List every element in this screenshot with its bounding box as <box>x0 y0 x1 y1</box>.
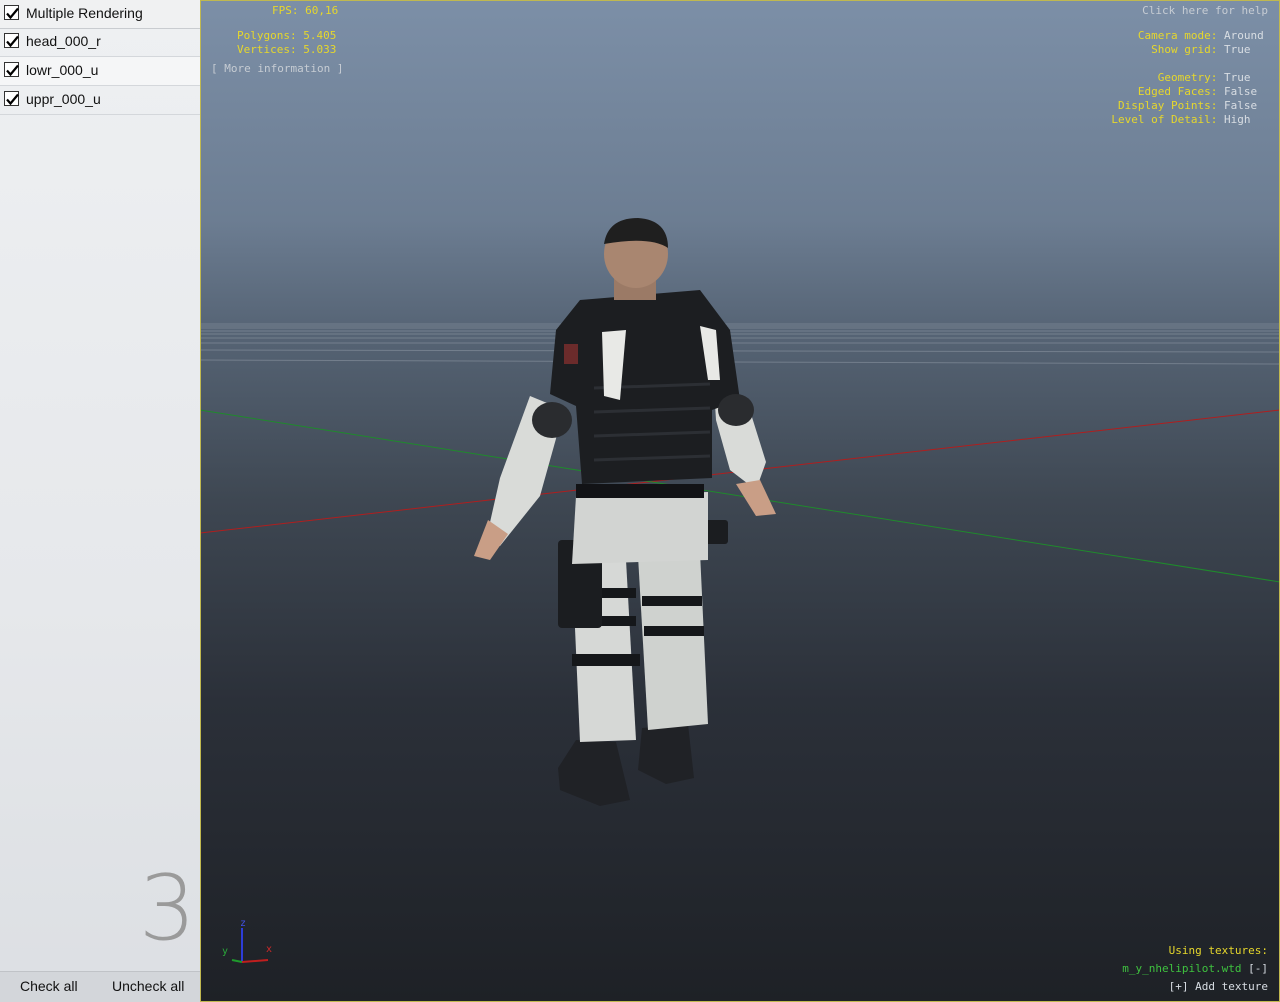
polygons-value: 5.405 <box>303 29 337 42</box>
display-points-value: False <box>1224 99 1258 112</box>
help-link[interactable]: Click here for help <box>1142 4 1268 17</box>
vertices-label: Vertices: <box>237 43 297 56</box>
sidebar-action-bar: Check all Uncheck all <box>0 971 200 1002</box>
more-information-link[interactable]: [ More information ] <box>211 62 343 75</box>
ground-grid <box>200 323 1280 365</box>
fps-label: FPS: <box>272 4 299 17</box>
fps-value: 60,16 <box>305 4 339 17</box>
scene-canvas <box>200 218 1280 806</box>
axis-gizmo-icon <box>231 928 269 963</box>
settings-geometry[interactable]: Geometry: True <box>1158 71 1268 84</box>
level-of-detail-value: High <box>1224 113 1251 126</box>
axis-x-label: x <box>266 944 273 955</box>
axis-y-label: y <box>222 946 229 957</box>
mesh-item-uppr[interactable]: uppr_000_u <box>0 86 200 115</box>
polygons-readout: Polygons: 5.405 <box>237 29 336 42</box>
character-model <box>474 218 776 806</box>
geometry-label: Geometry: <box>1157 71 1218 84</box>
multiple-rendering-label: Multiple Rendering <box>26 5 143 21</box>
display-points-label: Display Points: <box>1118 99 1218 112</box>
textures-heading: Using textures: <box>1168 944 1268 957</box>
multiple-rendering-checkbox[interactable] <box>4 5 19 20</box>
edged-faces-label: Edged Faces: <box>1137 85 1218 98</box>
camera-mode-label: Camera mode: <box>1137 29 1218 42</box>
axis-z-label: z <box>240 918 247 929</box>
mesh-checkbox[interactable] <box>4 62 19 77</box>
vertices-value: 5.033 <box>303 43 337 56</box>
vertices-readout: Vertices: 5.033 <box>237 43 336 56</box>
model-viewport[interactable]: FPS: 60,16 Polygons: 5.405 Vertices: 5.0… <box>200 0 1280 1002</box>
mesh-checkbox[interactable] <box>4 91 19 106</box>
check-all-button[interactable]: Check all <box>20 978 78 994</box>
mesh-label: head_000_r <box>26 33 101 49</box>
mesh-list-panel: Multiple Rendering head_000_r lowr_000_u… <box>0 0 200 1002</box>
add-texture-button[interactable]: [+] Add texture <box>1169 980 1268 993</box>
mesh-item-lowr[interactable]: lowr_000_u <box>0 57 200 86</box>
settings-edged-faces[interactable]: Edged Faces: False <box>1138 85 1268 98</box>
edged-faces-value: False <box>1224 85 1258 98</box>
mesh-label: uppr_000_u <box>26 91 101 107</box>
mesh-checkbox[interactable] <box>4 33 19 48</box>
mesh-item-head[interactable]: head_000_r <box>0 28 200 57</box>
fps-readout: FPS: 60,16 <box>272 4 338 17</box>
remove-texture-button[interactable]: [-] <box>1248 962 1268 975</box>
geometry-value: True <box>1224 71 1251 84</box>
texture-entry: m_y_nhelipilot.wtd [-] <box>1122 962 1268 975</box>
level-of-detail-label: Level of Detail: <box>1111 113 1218 126</box>
uncheck-all-button[interactable]: Uncheck all <box>112 978 184 994</box>
settings-camera-mode[interactable]: Camera mode: Around <box>1138 29 1268 42</box>
mesh-label: lowr_000_u <box>26 62 99 78</box>
polygons-label: Polygons: <box>237 29 297 42</box>
settings-display-points[interactable]: Display Points: False <box>1118 99 1268 112</box>
mesh-count: 3 <box>138 856 196 961</box>
camera-mode-value: Around <box>1224 29 1264 42</box>
multiple-rendering-toggle[interactable]: Multiple Rendering <box>0 0 200 29</box>
settings-level-of-detail[interactable]: Level of Detail: High <box>1111 113 1268 126</box>
texture-file-link[interactable]: m_y_nhelipilot.wtd <box>1122 962 1241 975</box>
show-grid-label: Show grid: <box>1151 43 1218 56</box>
settings-show-grid[interactable]: Show grid: True <box>1151 43 1268 56</box>
show-grid-value: True <box>1224 43 1251 56</box>
